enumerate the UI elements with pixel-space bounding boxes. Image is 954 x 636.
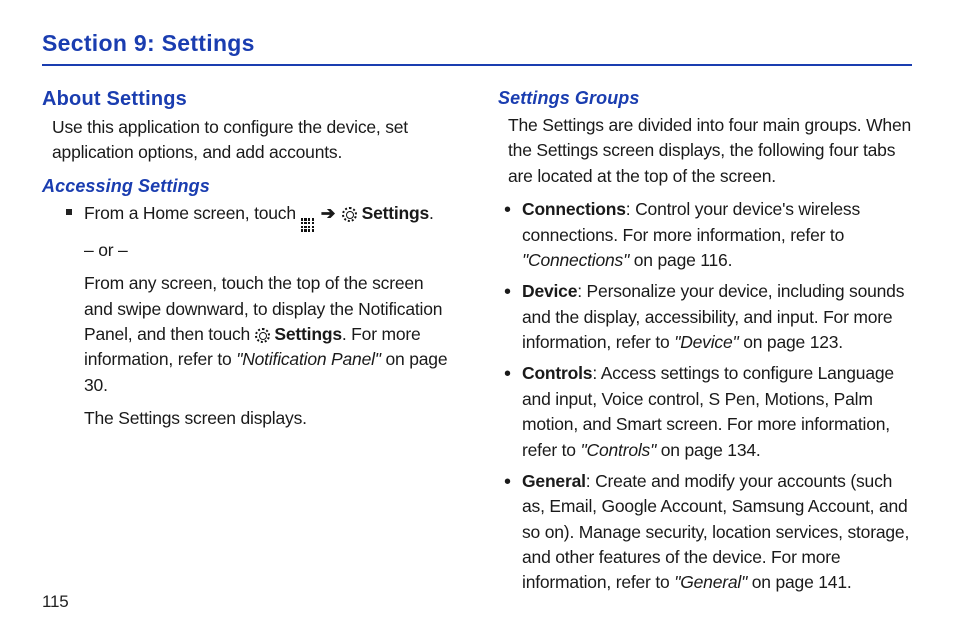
list-item-device: Device: Personalize your device, includi… bbox=[504, 279, 912, 355]
settings-label-2: Settings bbox=[274, 324, 341, 344]
controls-title: Controls bbox=[522, 363, 592, 383]
swipe-instruction: From any screen, touch the top of the sc… bbox=[84, 271, 456, 398]
accessing-settings-heading: Accessing Settings bbox=[42, 176, 456, 197]
page-number: 115 bbox=[42, 592, 69, 612]
gear-icon bbox=[255, 328, 270, 343]
list-item-controls: Controls: Access settings to configure L… bbox=[504, 361, 912, 463]
settings-displays-text: The Settings screen displays. bbox=[84, 406, 456, 431]
step-prefix: From a Home screen, touch bbox=[84, 203, 301, 223]
section-title: Section 9: Settings bbox=[42, 30, 912, 57]
connections-ref: "Connections" bbox=[522, 250, 629, 270]
device-page: on page 123. bbox=[739, 332, 843, 352]
sub-steps: – or – From any screen, touch the top of… bbox=[42, 238, 456, 432]
section-divider bbox=[42, 64, 912, 66]
about-settings-intro: Use this application to configure the de… bbox=[42, 115, 456, 166]
arrow-icon: ➔ bbox=[321, 201, 335, 226]
home-screen-step-text: From a Home screen, touch ➔ Settings. bbox=[84, 201, 434, 232]
connections-page: on page 116. bbox=[629, 250, 732, 270]
controls-page: on page 134. bbox=[656, 440, 760, 460]
home-screen-step: From a Home screen, touch ➔ Settings. bbox=[42, 201, 456, 232]
general-ref: "General" bbox=[674, 572, 747, 592]
notification-panel-ref: "Notification Panel" bbox=[236, 349, 381, 369]
right-column: Settings Groups The Settings are divided… bbox=[498, 88, 912, 602]
period: . bbox=[429, 203, 434, 223]
connections-title: Connections bbox=[522, 199, 626, 219]
gear-icon bbox=[342, 207, 357, 222]
list-item-general: General: Create and modify your accounts… bbox=[504, 469, 912, 596]
general-page: on page 141. bbox=[747, 572, 851, 592]
square-bullet-icon bbox=[66, 209, 72, 215]
settings-groups-list: Connections: Control your device's wirel… bbox=[498, 197, 912, 596]
controls-ref: "Controls" bbox=[581, 440, 657, 460]
list-item-connections: Connections: Control your device's wirel… bbox=[504, 197, 912, 273]
settings-groups-intro: The Settings are divided into four main … bbox=[498, 113, 912, 189]
device-title: Device bbox=[522, 281, 577, 301]
device-ref: "Device" bbox=[674, 332, 738, 352]
two-column-layout: About Settings Use this application to c… bbox=[42, 88, 912, 602]
settings-label: Settings bbox=[362, 203, 429, 223]
settings-groups-heading: Settings Groups bbox=[498, 88, 912, 109]
or-text: – or – bbox=[84, 238, 456, 263]
about-settings-heading: About Settings bbox=[42, 88, 456, 111]
left-column: About Settings Use this application to c… bbox=[42, 88, 456, 602]
general-title: General bbox=[522, 471, 586, 491]
apps-grid-icon bbox=[301, 218, 315, 232]
